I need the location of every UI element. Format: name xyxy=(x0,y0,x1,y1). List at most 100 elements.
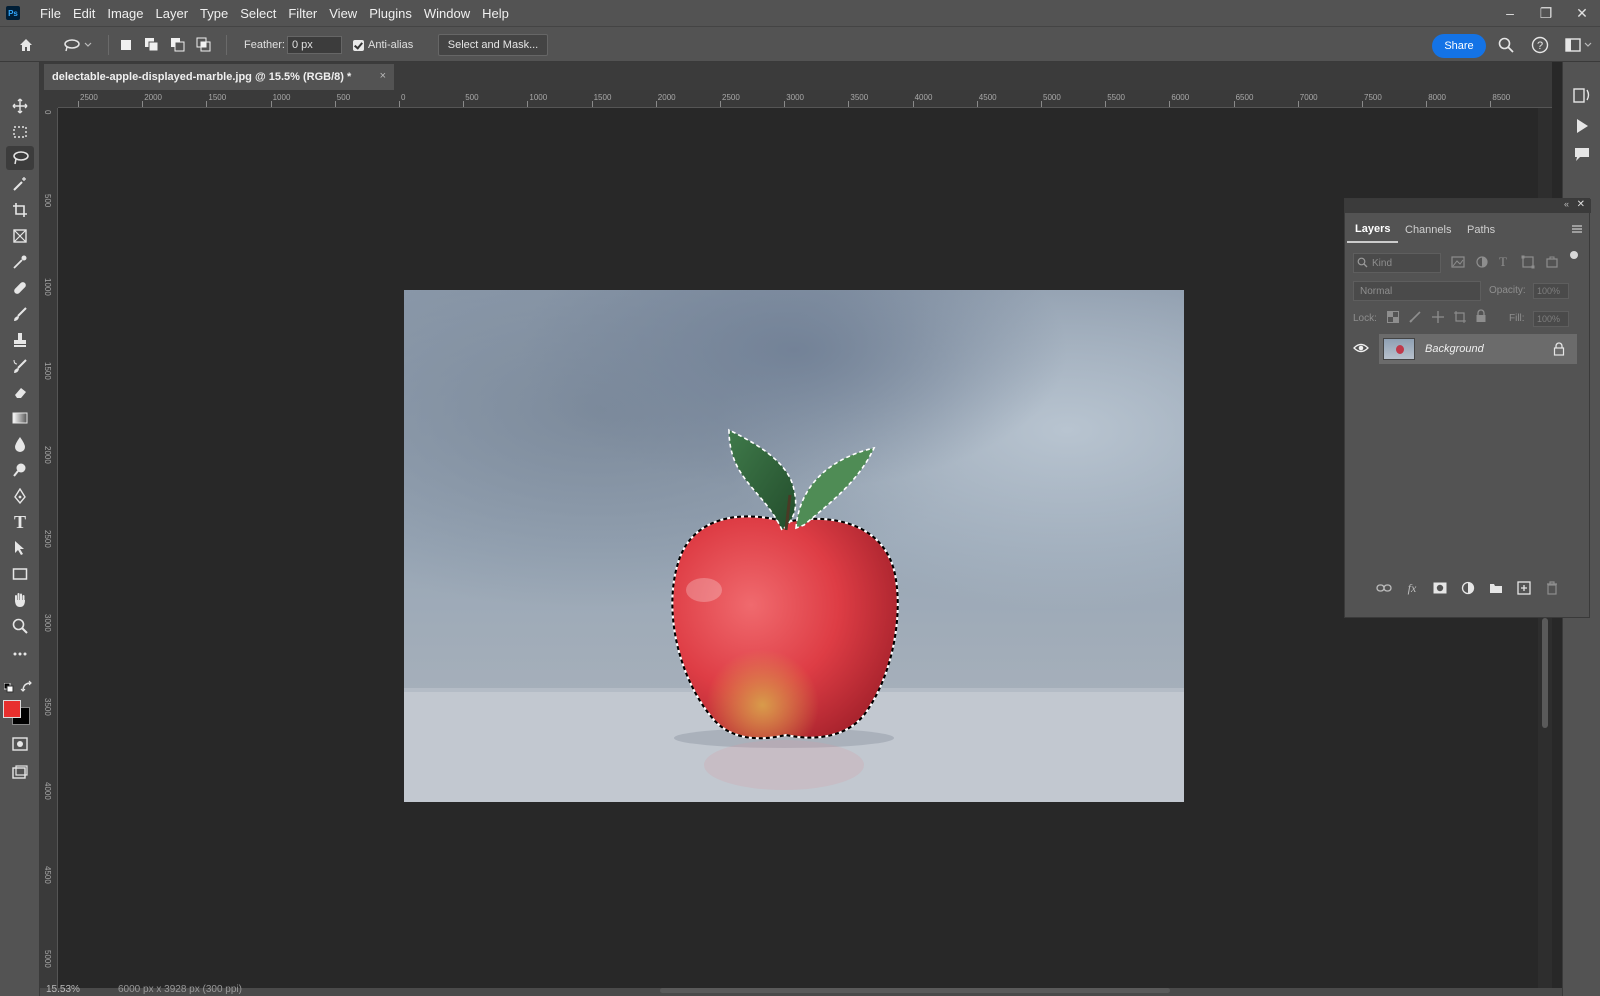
new-group-icon[interactable] xyxy=(1487,579,1505,597)
ruler-left-label: 3000 xyxy=(43,614,52,632)
marquee-tool-icon[interactable] xyxy=(6,120,34,144)
eyedropper-tool-icon[interactable] xyxy=(6,250,34,274)
ruler-left-label: 4000 xyxy=(43,782,52,800)
menu-layer[interactable]: Layer xyxy=(150,6,195,21)
default-colors-icon[interactable] xyxy=(3,682,14,693)
lock-transparent-icon[interactable] xyxy=(1387,311,1399,326)
lock-pixels-icon[interactable] xyxy=(1409,311,1421,326)
rectangle-tool-icon[interactable] xyxy=(6,562,34,586)
ruler-vertical: 0 500 1000 1500 2000 2500 3000 3500 4000 4500 5000 xyxy=(40,108,58,988)
zoom-level[interactable]: 15.53% xyxy=(46,984,80,995)
crop-tool-icon[interactable] xyxy=(6,198,34,222)
layer-thumbnail xyxy=(1383,338,1415,360)
zoom-tool-icon[interactable] xyxy=(6,614,34,638)
gradient-tool-icon[interactable] xyxy=(6,406,34,430)
ruler-top-tick xyxy=(655,101,657,107)
more-tools-icon[interactable] xyxy=(6,642,34,666)
collapse-panel-icon[interactable]: « xyxy=(1564,199,1569,209)
tab-paths[interactable]: Paths xyxy=(1459,217,1503,243)
intersect-selection-icon[interactable] xyxy=(194,35,214,55)
layer-style-fx-icon[interactable]: fx xyxy=(1403,579,1421,597)
menu-type[interactable]: Type xyxy=(194,6,234,21)
filter-type-icon[interactable]: T xyxy=(1499,254,1507,270)
close-panel-icon[interactable]: ✕ xyxy=(1577,199,1585,210)
move-tool-icon[interactable] xyxy=(6,94,34,118)
history-panel-icon[interactable] xyxy=(1573,86,1591,107)
adjustment-layer-icon[interactable] xyxy=(1459,579,1477,597)
filter-adjustment-icon[interactable] xyxy=(1475,255,1489,272)
foreground-color-swatch[interactable] xyxy=(3,700,21,718)
history-brush-tool-icon[interactable] xyxy=(6,354,34,378)
filter-shape-icon[interactable] xyxy=(1521,255,1535,272)
tab-channels[interactable]: Channels xyxy=(1397,217,1459,243)
quick-mask-icon[interactable] xyxy=(6,732,34,756)
comments-icon[interactable] xyxy=(1574,146,1590,165)
filter-toggle-icon[interactable] xyxy=(1570,251,1578,259)
select-and-mask-button[interactable]: Select and Mask... xyxy=(438,34,548,56)
ruler-top-tick xyxy=(1105,101,1107,107)
vertical-scrollbar-thumb[interactable] xyxy=(1542,618,1548,728)
layer-visibility-eye-icon[interactable] xyxy=(1353,342,1369,357)
type-tool-icon[interactable]: T xyxy=(6,510,34,534)
lasso-tool-icon[interactable] xyxy=(6,146,34,170)
filter-smart-object-icon[interactable] xyxy=(1545,255,1559,272)
path-selection-tool-icon[interactable] xyxy=(6,536,34,560)
add-selection-icon[interactable] xyxy=(142,35,162,55)
lasso-preset-icon[interactable] xyxy=(58,35,98,55)
add-mask-icon[interactable] xyxy=(1431,579,1449,597)
lock-artboard-icon[interactable] xyxy=(1453,310,1467,327)
new-selection-icon[interactable] xyxy=(116,35,136,55)
tab-layers[interactable]: Layers xyxy=(1347,217,1399,243)
blend-mode-dropdown[interactable]: Normal xyxy=(1353,281,1481,301)
panel-menu-icon[interactable] xyxy=(1571,223,1583,233)
menu-edit[interactable]: Edit xyxy=(67,6,101,21)
opacity-field[interactable]: 100% xyxy=(1533,283,1569,299)
screen-mode-icon[interactable] xyxy=(6,760,34,784)
link-layers-icon[interactable] xyxy=(1375,579,1393,597)
filter-pixel-icon[interactable] xyxy=(1451,255,1465,272)
feather-input[interactable]: 0 px xyxy=(287,36,342,54)
document-tab[interactable]: delectable-apple-displayed-marble.jpg @ … xyxy=(44,64,394,90)
ruler-top-label: 2000 xyxy=(657,93,676,102)
menu-file[interactable]: File xyxy=(34,6,67,21)
help-icon[interactable]: ? xyxy=(1530,35,1550,55)
lock-all-icon[interactable] xyxy=(1475,309,1487,326)
pen-tool-icon[interactable] xyxy=(6,484,34,508)
workspace-icon[interactable] xyxy=(1562,35,1596,55)
anti-alias-checkbox[interactable] xyxy=(353,40,364,51)
horizontal-scrollbar-thumb[interactable] xyxy=(660,988,1170,993)
hand-tool-icon[interactable] xyxy=(6,588,34,612)
blur-tool-icon[interactable] xyxy=(6,432,34,456)
clone-stamp-tool-icon[interactable] xyxy=(6,328,34,352)
layer-row-background[interactable]: Background xyxy=(1379,334,1577,364)
delete-layer-icon[interactable] xyxy=(1543,579,1561,597)
menu-view[interactable]: View xyxy=(323,6,363,21)
document-tab-close-icon[interactable]: × xyxy=(380,70,386,82)
minimize-button[interactable]: – xyxy=(1492,0,1528,26)
close-button[interactable]: ✕ xyxy=(1564,0,1600,26)
menu-plugins[interactable]: Plugins xyxy=(363,6,418,21)
brush-tool-icon[interactable] xyxy=(6,302,34,326)
home-icon[interactable] xyxy=(16,35,36,55)
actions-play-icon[interactable] xyxy=(1575,118,1589,137)
healing-brush-tool-icon[interactable] xyxy=(6,276,34,300)
menu-window[interactable]: Window xyxy=(418,6,476,21)
dodge-tool-icon[interactable] xyxy=(6,458,34,482)
search-icon[interactable] xyxy=(1496,35,1516,55)
share-button[interactable]: Share xyxy=(1432,34,1486,58)
menu-image[interactable]: Image xyxy=(101,6,149,21)
menu-select[interactable]: Select xyxy=(234,6,282,21)
new-layer-icon[interactable] xyxy=(1515,579,1533,597)
eraser-tool-icon[interactable] xyxy=(6,380,34,404)
restore-button[interactable]: ❐ xyxy=(1528,0,1564,26)
menu-filter[interactable]: Filter xyxy=(282,6,323,21)
ruler-top-label: 0 xyxy=(401,93,406,102)
fill-field[interactable]: 100% xyxy=(1533,311,1569,327)
document-image[interactable] xyxy=(404,290,1184,802)
swap-colors-icon[interactable] xyxy=(20,680,34,694)
frame-tool-icon[interactable] xyxy=(6,224,34,248)
lock-position-icon[interactable] xyxy=(1431,310,1445,327)
magic-wand-tool-icon[interactable] xyxy=(6,172,34,196)
subtract-selection-icon[interactable] xyxy=(168,35,188,55)
menu-help[interactable]: Help xyxy=(476,6,515,21)
